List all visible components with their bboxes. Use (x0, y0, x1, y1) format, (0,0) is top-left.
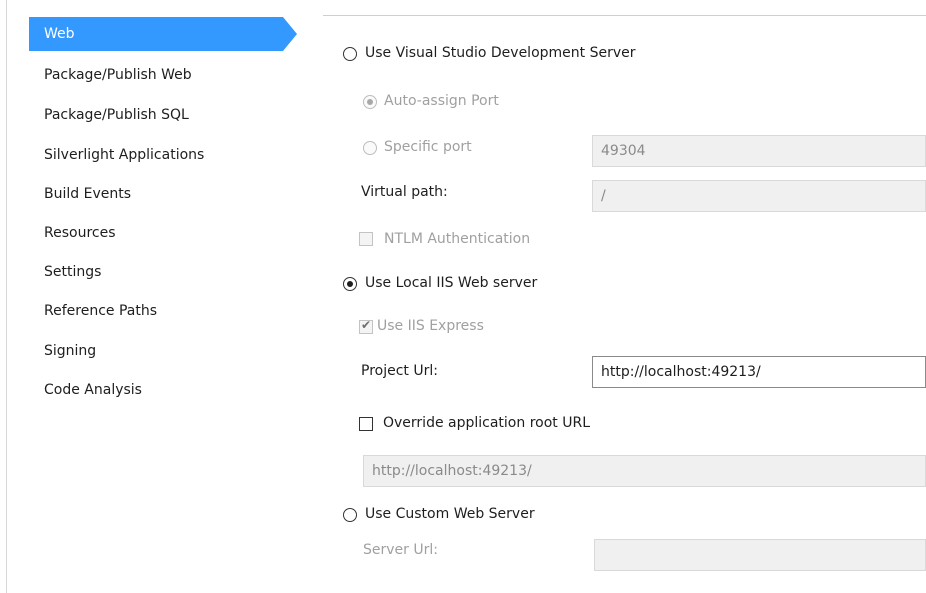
sidebar-item-settings[interactable]: Settings (44, 258, 101, 286)
custom-server-label: Use Custom Web Server (365, 506, 535, 522)
sidebar-item-resources[interactable]: Resources (44, 219, 116, 247)
project-url-label: Project Url: (361, 363, 438, 379)
ntlm-label: NTLM Authentication (384, 231, 531, 247)
ntlm-checkbox[interactable] (359, 232, 373, 246)
specific-port-input[interactable]: 49304 (592, 135, 926, 167)
local-iis-radio[interactable] (343, 277, 357, 291)
local-iis-label: Use Local IIS Web server (365, 275, 538, 291)
sidebar-item-silverlight-applications[interactable]: Silverlight Applications (44, 141, 204, 169)
sidebar-item-package-publish-web[interactable]: Package/Publish Web (44, 61, 192, 89)
override-root-input[interactable]: http://localhost:49213/ (363, 455, 926, 487)
project-url-input[interactable]: http://localhost:49213/ (592, 356, 926, 388)
sidebar-item-signing[interactable]: Signing (44, 337, 96, 365)
sidebar-item-package-publish-sql[interactable]: Package/Publish SQL (44, 101, 189, 129)
auto-assign-port-label: Auto-assign Port (384, 93, 499, 109)
custom-server-radio[interactable] (343, 508, 357, 522)
auto-assign-port-radio[interactable] (363, 95, 377, 109)
vs-dev-server-label: Use Visual Studio Development Server (365, 45, 636, 61)
vs-dev-server-radio[interactable] (343, 47, 357, 61)
virtual-path-input[interactable]: / (592, 180, 926, 212)
sidebar-item-build-events[interactable]: Build Events (44, 180, 131, 208)
virtual-path-label: Virtual path: (361, 184, 448, 200)
sidebar-item-code-analysis[interactable]: Code Analysis (44, 376, 142, 404)
use-iis-express-label: Use IIS Express (377, 318, 484, 334)
specific-port-radio[interactable] (363, 141, 377, 155)
sidebar: Web Package/Publish Web Package/Publish … (0, 0, 310, 593)
server-url-label: Server Url: (363, 542, 438, 558)
server-url-input[interactable] (594, 539, 926, 571)
sidebar-item-web[interactable]: Web (29, 17, 283, 51)
sidebar-item-reference-paths[interactable]: Reference Paths (44, 297, 157, 325)
override-root-label: Override application root URL (383, 415, 590, 431)
content-top-divider (323, 15, 926, 16)
use-iis-express-checkbox[interactable]: ✔ (359, 318, 373, 334)
specific-port-label: Specific port (384, 139, 472, 155)
override-root-checkbox[interactable] (359, 417, 373, 431)
checkmark-icon: ✔ (361, 318, 372, 332)
sidebar-item-label: Web (44, 26, 75, 42)
selection-arrow-icon (283, 17, 297, 51)
